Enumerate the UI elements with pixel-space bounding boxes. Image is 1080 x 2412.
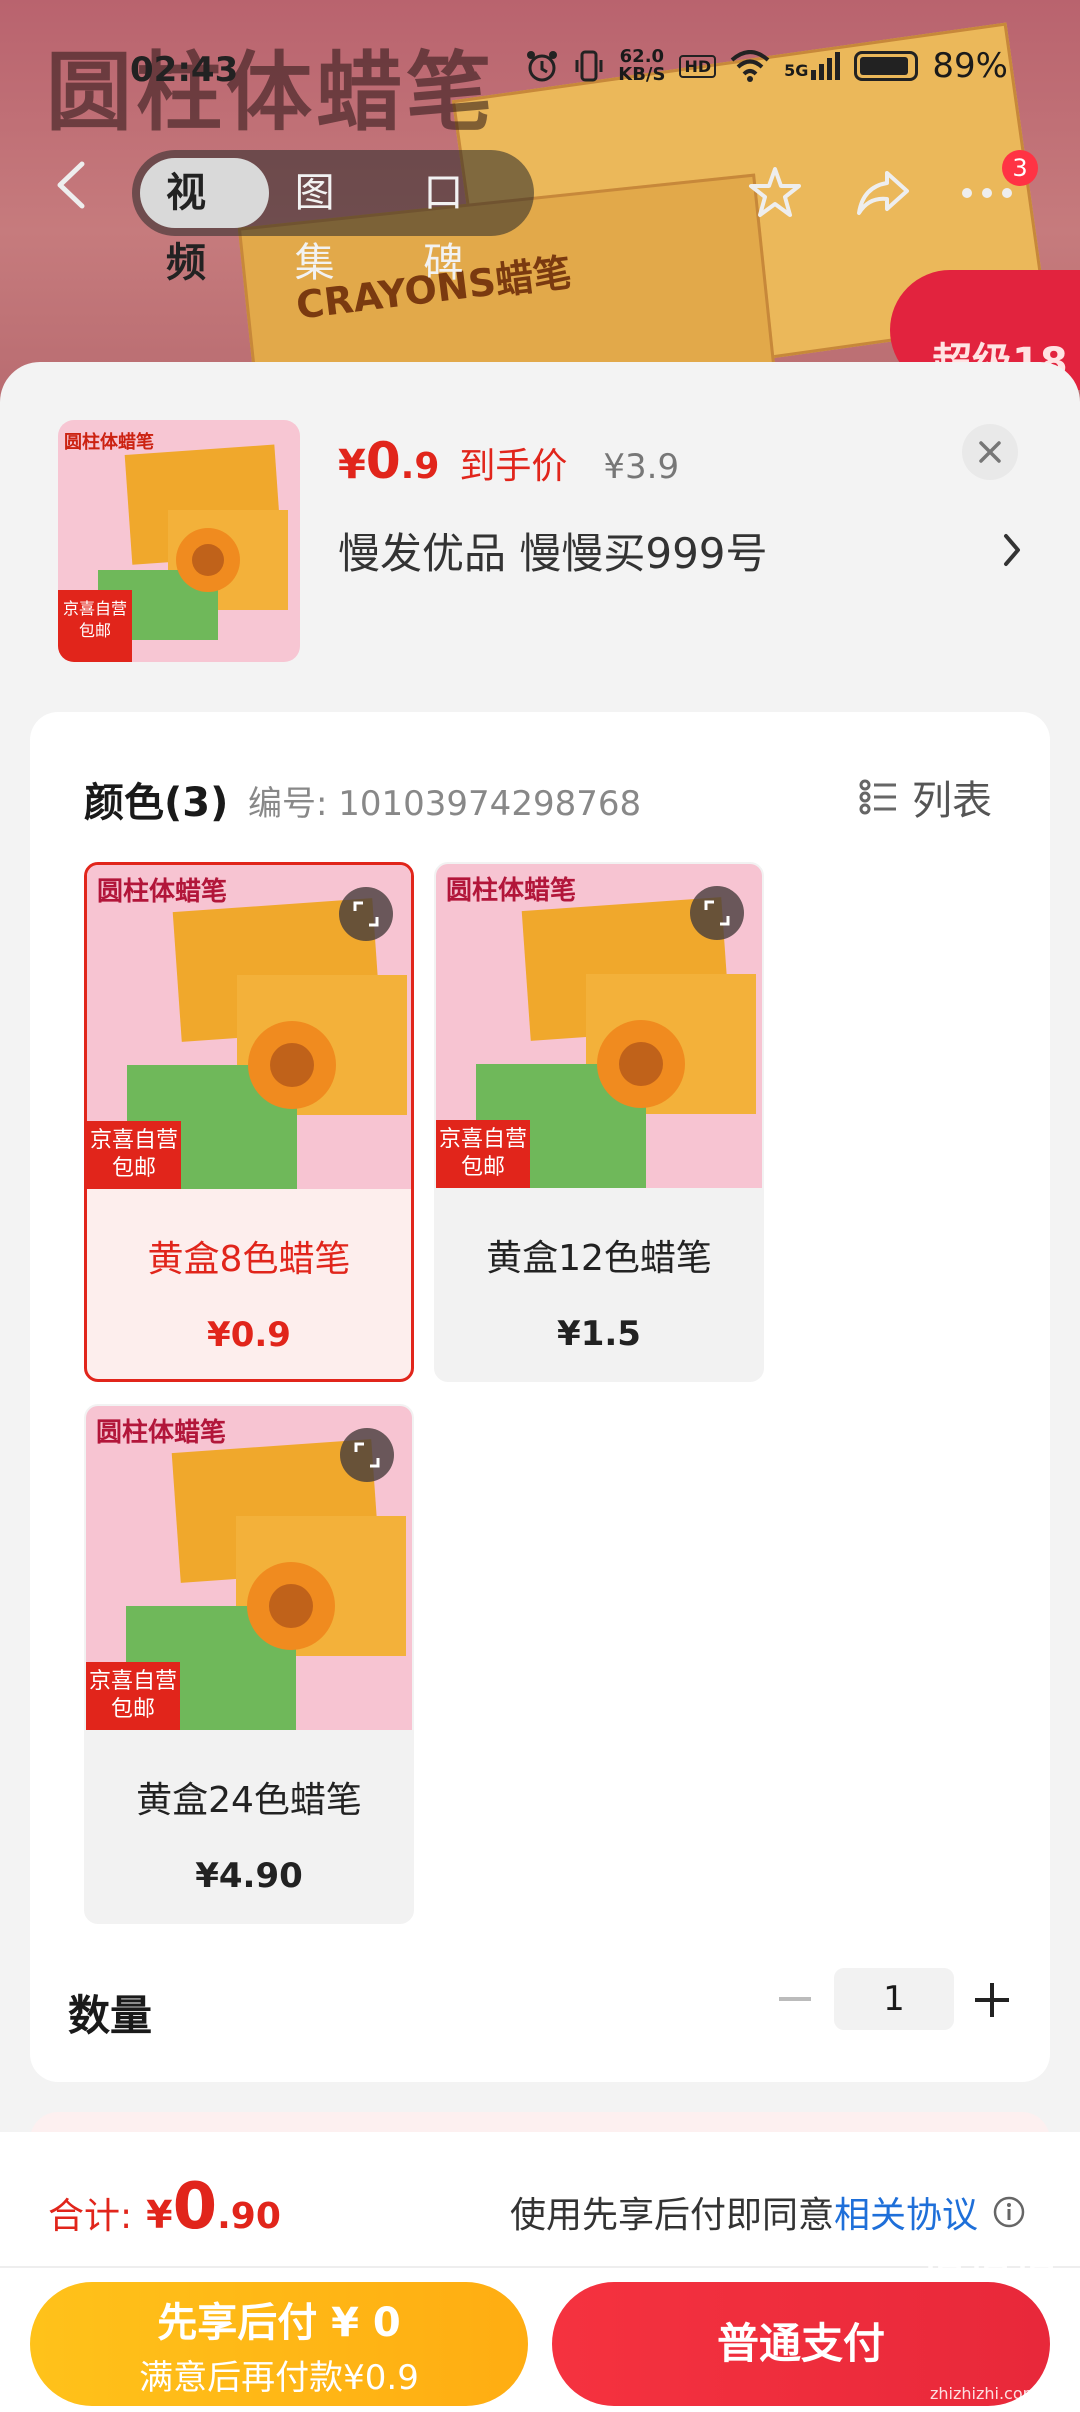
vibrate-icon [575,50,603,82]
zoom-icon[interactable] [690,886,744,940]
media-tabs: 视频 图集 口碑 [132,150,534,286]
variant-price: ¥0.9 [207,1315,291,1355]
pay-later-subtitle: 满意后再付款¥0.9 [139,2358,419,2398]
hd-icon: HD [679,54,717,78]
tab-gallery[interactable]: 图集 [269,158,398,286]
tab-reviews[interactable]: 口碑 [397,158,526,286]
variant-image-title: 圆柱体蜡笔 [96,1418,227,1448]
price-line: ¥ 0 .9 到手价 ¥3.9 [338,432,679,490]
variant-image-title: 圆柱体蜡笔 [446,876,577,906]
variant-name: 黄盒24色蜡笔 [136,1780,362,1821]
color-section-title: 颜色(3) [84,780,229,826]
pay-later-title: 先享后付 ¥ 0 [157,2300,401,2346]
divider [0,2266,1080,2268]
plus-icon [975,1983,1009,2017]
product-thumbnail[interactable]: 圆柱体蜡笔 京喜自营 包邮 [58,420,300,662]
quantity-decrease-button[interactable] [770,1974,820,2024]
back-icon[interactable] [52,160,92,209]
original-price: ¥3.9 [603,447,680,487]
quantity-increase-button[interactable] [966,1974,1018,2026]
close-icon [979,441,1001,463]
variant-card: 颜色(3) 编号: 10103974298768 列表 圆柱体蜡笔 京喜自营 包邮 [30,712,1050,2082]
variant-price: ¥1.5 [557,1314,641,1354]
wifi-icon [730,50,770,82]
total-currency: ¥ [146,2193,173,2237]
zoom-icon[interactable] [339,887,393,941]
pay-later-button[interactable]: 先享后付 ¥ 0 满意后再付款¥0.9 [30,2282,528,2406]
status-bar: 02:43 62.0 KB/S HD 5G 89% [0,40,1080,100]
price-decimal: .9 [400,446,440,487]
variant-option-24-color[interactable]: 圆柱体蜡笔 京喜自营 包邮 黄盒24色蜡笔 ¥4.90 [84,1404,414,1924]
total-integer: 0 [172,2170,218,2244]
variant-option-8-color[interactable]: 圆柱体蜡笔 京喜自营 包邮 黄盒8色蜡笔 ¥0.9 [84,862,414,1382]
minus-icon [779,1997,811,2001]
variant-image-badge: 京喜自营 包邮 [88,1669,177,1722]
variant-image-title: 圆柱体蜡笔 [97,877,228,907]
variant-option-12-color[interactable]: 圆柱体蜡笔 京喜自营 包邮 黄盒12色蜡笔 ¥1.5 [434,862,764,1382]
variant-price: ¥4.90 [195,1856,303,1896]
variant-name: 黄盒8色蜡笔 [147,1239,351,1280]
thumb-title: 圆柱体蜡笔 [64,432,154,453]
variant-image-badge: 京喜自营 包邮 [438,1127,527,1180]
total-price: 合计: ¥ 0 .90 [48,2170,281,2244]
price-integer: 0 [365,432,401,490]
list-view-toggle[interactable]: 列表 [858,768,992,826]
watermark-url: zhizhizhi.com [930,2384,1039,2403]
battery-percent: 89% [932,46,1008,86]
total-decimal: .90 [217,2196,281,2237]
info-icon[interactable] [992,2195,1026,2229]
tab-video[interactable]: 视频 [140,158,269,286]
checkout-footer: 合计: ¥ 0 .90 使用先享后付即同意 相关协议 先享后付 ¥ 0 满意后再… [0,2132,1080,2412]
battery-icon [854,51,919,81]
variant-name: 黄盒12色蜡笔 [486,1238,712,1279]
zoom-icon[interactable] [340,1428,394,1482]
more-badge: 3 [1002,150,1038,186]
status-time: 02:43 [130,50,239,90]
cellular-signal-icon: 5G [784,52,841,80]
list-icon [859,779,896,815]
quantity-label: 数量 [68,1991,153,2040]
network-speed: 62.0 KB/S [618,46,666,85]
close-button[interactable] [962,424,1018,480]
chevron-right-icon[interactable] [996,530,1026,570]
shop-name[interactable]: 慢发优品 慢慢买999号 [338,520,768,581]
sheet-header: 圆柱体蜡笔 京喜自营 包邮 ¥ 0 .9 到手价 ¥3.9 慢发优品 慢慢买999… [0,362,1080,712]
product-code: 编号: 10103974298768 [248,784,642,824]
favorite-star-icon[interactable] [740,158,810,228]
thumb-badge: 京喜自营 包邮 [62,599,127,640]
sku-selection-sheet: 圆柱体蜡笔 京喜自营 包邮 ¥ 0 .9 到手价 ¥3.9 慢发优品 慢慢买999… [0,362,1080,2412]
final-price-tag: 到手价 [459,446,568,487]
alarm-icon [527,51,558,82]
total-label: 合计: [48,2196,133,2237]
watermark: 值值值 [922,2237,1060,2288]
price-currency: ¥ [338,442,366,488]
quantity-input[interactable]: 1 [834,1968,954,2030]
share-icon[interactable] [848,158,918,228]
variant-image-badge: 京喜自营 包邮 [89,1128,178,1181]
